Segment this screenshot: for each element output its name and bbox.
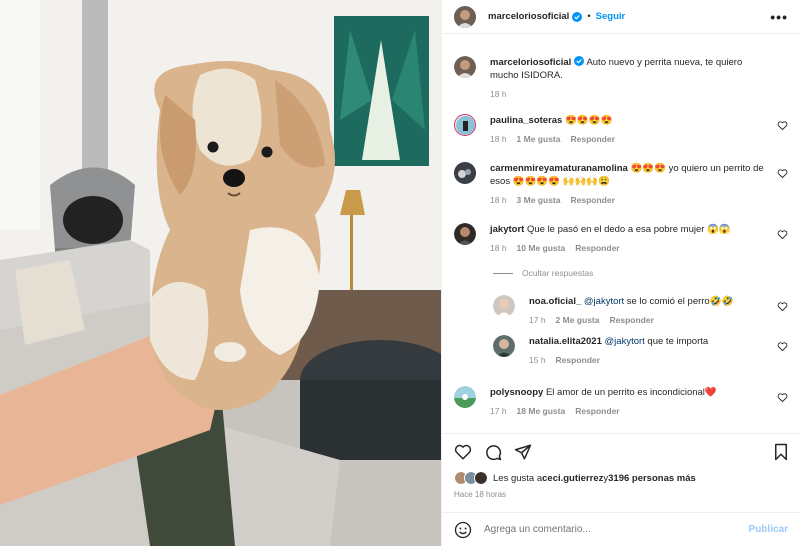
commenter-avatar[interactable] — [454, 223, 476, 245]
post-caption: marceloriosoficial Auto nuevo y perrita … — [454, 56, 790, 101]
like-comment-heart-icon[interactable] — [777, 229, 788, 240]
save-bookmark-icon[interactable] — [772, 443, 790, 461]
commenter-avatar[interactable] — [454, 386, 476, 408]
commenter-username[interactable]: paulina_soteras — [490, 115, 562, 126]
replier-username[interactable]: natalia.elita2021 — [529, 336, 602, 347]
likers-avatar-stack[interactable] — [454, 471, 488, 485]
liker-username[interactable]: ceci.gutierrez — [542, 473, 603, 484]
reply-text: se lo comió el perro🤣🤣 — [624, 296, 734, 307]
like-comment-heart-icon[interactable] — [777, 392, 788, 403]
like-reply-heart-icon[interactable] — [777, 341, 788, 352]
comment-time[interactable]: 18 h — [490, 242, 507, 255]
hide-replies-label: Ocultar respuestas — [522, 268, 594, 278]
share-paper-plane-icon[interactable] — [514, 443, 532, 461]
follow-button[interactable]: Seguir — [596, 11, 626, 22]
commenter-username[interactable]: polysnoopy — [490, 387, 543, 398]
reply-button[interactable]: Responder — [609, 314, 653, 327]
comment-composer: Publicar — [442, 512, 800, 546]
commenter-username[interactable]: carmenmireyamaturanamolina — [490, 163, 628, 174]
like-reply-heart-icon[interactable] — [777, 301, 788, 312]
post-header: marceloriosoficial • Seguir ••• — [442, 0, 800, 34]
replier-avatar[interactable] — [493, 335, 515, 357]
comment-item: carmenmireyamaturanamolina 😍😍😍 yo quiero… — [454, 162, 790, 207]
author-avatar[interactable] — [454, 56, 476, 78]
more-options-icon[interactable]: ••• — [770, 9, 788, 25]
reply-likes[interactable]: 2 Me gusta — [556, 314, 600, 327]
like-heart-icon[interactable] — [454, 443, 472, 461]
like-comment-heart-icon[interactable] — [777, 120, 788, 131]
comment-time[interactable]: 17 h — [490, 405, 507, 418]
caption-time[interactable]: 18 h — [490, 88, 507, 101]
like-comment-heart-icon[interactable] — [777, 168, 788, 179]
comment-item: polysnoopy El amor de un perrito es inco… — [454, 386, 790, 418]
replier-avatar[interactable] — [493, 295, 515, 317]
post-timestamp[interactable]: Hace 18 horas — [454, 490, 506, 499]
reply-text: que te importa — [644, 336, 709, 347]
post-side-panel: marceloriosoficial • Seguir ••• marcelor… — [441, 0, 800, 546]
reply-mention[interactable]: @jakytort — [584, 296, 624, 307]
commenter-username[interactable]: jakytort — [490, 224, 524, 235]
comment-item: paulina_soteras 😍😍😍😍 18 h 1 Me gusta Respo… — [454, 114, 790, 146]
likes-prefix: Les gusta a — [493, 472, 543, 484]
comment-likes[interactable]: 1 Me gusta — [517, 133, 561, 146]
author-avatar[interactable] — [454, 5, 476, 28]
comment-item: jakytort Que le pasó en el dedo a esa po… — [454, 223, 790, 255]
commenter-avatar[interactable] — [454, 162, 476, 184]
comment-input[interactable] — [484, 524, 749, 535]
reply-time[interactable]: 15 h — [529, 354, 546, 367]
reply-button[interactable]: Responder — [575, 405, 619, 418]
emoji-picker-icon[interactable] — [454, 521, 472, 539]
comment-time[interactable]: 18 h — [490, 194, 507, 207]
reply-button[interactable]: Responder — [556, 354, 600, 367]
replies-divider-line — [493, 272, 513, 274]
reply-mention[interactable]: @jakytort — [605, 336, 645, 347]
comment-likes[interactable]: 3 Me gusta — [517, 194, 561, 207]
hide-replies-toggle[interactable]: Ocultar respuestas — [493, 268, 593, 278]
reply-button[interactable]: Responder — [575, 242, 619, 255]
post-actions-bar — [454, 441, 790, 463]
separator-dot: • — [587, 11, 591, 22]
likes-count-link[interactable]: 3196 personas más — [608, 473, 696, 484]
publish-button[interactable]: Publicar — [749, 524, 788, 535]
commenter-avatar[interactable] — [454, 114, 476, 136]
caption-username[interactable]: marceloriosoficial — [490, 57, 571, 68]
post-photo[interactable] — [0, 0, 441, 546]
comment-likes[interactable]: 18 Me gusta — [517, 405, 566, 418]
verified-badge-icon — [572, 11, 583, 22]
likes-summary: Les gusta a ceci.gutierrez y 3196 person… — [454, 471, 696, 485]
verified-badge-icon — [574, 56, 585, 66]
reply-item: noa.oficial_ @jakytort se lo comió el pe… — [493, 295, 790, 327]
replier-username[interactable]: noa.oficial_ — [529, 296, 581, 307]
liker-avatar — [474, 471, 488, 485]
comment-text: 😍😍😍😍 — [564, 115, 613, 126]
reply-button[interactable]: Responder — [570, 194, 614, 207]
comment-text: El amor de un perrito es incondicional❤️ — [545, 387, 717, 398]
comment-likes[interactable]: 10 Me gusta — [517, 242, 566, 255]
reply-time[interactable]: 17 h — [529, 314, 546, 327]
comment-time[interactable]: 18 h — [490, 133, 507, 146]
reply-button[interactable]: Responder — [570, 133, 614, 146]
comment-bubble-icon[interactable] — [484, 443, 502, 461]
reply-item: natalia.elita2021 @jakytort que te impor… — [493, 335, 790, 367]
puppy-photo-image — [0, 0, 441, 546]
comment-text: Que le pasó en el dedo a esa pobre mujer… — [526, 224, 731, 235]
comments-list[interactable]: marceloriosoficial Auto nuevo y perrita … — [442, 34, 800, 434]
author-username[interactable]: marceloriosoficial — [488, 11, 569, 22]
